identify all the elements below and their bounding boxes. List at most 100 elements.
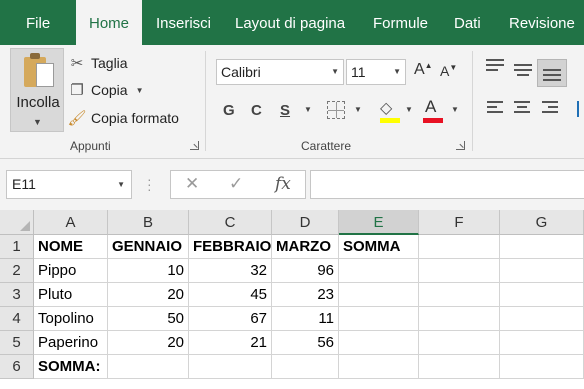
cell-a1[interactable]: NOME xyxy=(34,235,108,259)
cell-b4[interactable]: 50 xyxy=(108,307,189,331)
cell-d3[interactable]: 23 xyxy=(272,283,339,307)
font-size-select[interactable]: 11 ▼ xyxy=(346,59,406,85)
tab-page-layout[interactable]: Layout di pagina xyxy=(235,0,345,45)
italic-button[interactable]: C xyxy=(251,97,262,123)
font-color-icon[interactable]: A xyxy=(425,97,436,117)
cell-a2[interactable]: Pippo xyxy=(34,259,108,283)
ribbon-tab-bar: File Home Inserisci Layout di pagina For… xyxy=(0,0,584,45)
cell-g4[interactable] xyxy=(500,307,584,331)
select-all-button[interactable] xyxy=(0,210,34,235)
cell-a5[interactable]: Paperino xyxy=(34,331,108,355)
cell-f3[interactable] xyxy=(419,283,500,307)
chevron-down-icon[interactable]: ▼ xyxy=(304,105,312,114)
cell-g6[interactable] xyxy=(500,355,584,379)
chevron-down-icon[interactable]: ▼ xyxy=(451,105,459,114)
cell-a3[interactable]: Pluto xyxy=(34,283,108,307)
cell-e5[interactable] xyxy=(339,331,419,355)
tab-home[interactable]: Home xyxy=(76,0,142,45)
cell-c6[interactable] xyxy=(189,355,272,379)
align-center-icon[interactable] xyxy=(514,101,534,117)
indent-icon[interactable] xyxy=(577,101,584,117)
cell-b2[interactable]: 10 xyxy=(108,259,189,283)
cell-c5[interactable]: 21 xyxy=(189,331,272,355)
cell-f1[interactable] xyxy=(419,235,500,259)
confirm-icon[interactable]: ✓ xyxy=(229,174,243,194)
cell-g5[interactable] xyxy=(500,331,584,355)
cancel-icon[interactable]: ✕ xyxy=(185,174,199,194)
align-left-icon[interactable] xyxy=(487,101,507,117)
tab-review[interactable]: Revisione xyxy=(509,0,575,45)
cell-b3[interactable]: 20 xyxy=(108,283,189,307)
name-box[interactable]: E11 ▼ xyxy=(6,170,132,199)
chevron-down-icon[interactable]: ▼ xyxy=(136,86,144,95)
grow-font-button[interactable]: A▲ xyxy=(414,61,433,79)
cell-d5[interactable]: 56 xyxy=(272,331,339,355)
borders-icon[interactable] xyxy=(327,101,345,119)
cell-e6[interactable] xyxy=(339,355,419,379)
cell-e1[interactable]: SOMMA xyxy=(339,235,419,259)
tab-formulas[interactable]: Formule xyxy=(373,0,428,45)
row-header-4[interactable]: 4 xyxy=(0,307,34,331)
cell-c2[interactable]: 32 xyxy=(189,259,272,283)
cell-g3[interactable] xyxy=(500,283,584,307)
column-header-f[interactable]: F xyxy=(419,210,500,235)
cut-button[interactable]: ✂ Taglia xyxy=(68,52,128,74)
cell-a4[interactable]: Topolino xyxy=(34,307,108,331)
cell-e2[interactable] xyxy=(339,259,419,283)
underline-button[interactable]: S xyxy=(280,97,290,123)
font-family-select[interactable]: Calibri ▼ xyxy=(216,59,344,85)
cell-g2[interactable] xyxy=(500,259,584,283)
copy-button[interactable]: ❐ Copia ▼ xyxy=(68,79,144,101)
chevron-down-icon[interactable]: ▼ xyxy=(354,105,362,114)
column-header-d[interactable]: D xyxy=(272,210,339,235)
cell-c3[interactable]: 45 xyxy=(189,283,272,307)
cell-d2[interactable]: 96 xyxy=(272,259,339,283)
cell-d6[interactable] xyxy=(272,355,339,379)
cell-d1[interactable]: MARZO xyxy=(272,235,339,259)
tab-file[interactable]: File xyxy=(26,0,50,45)
align-top-icon[interactable] xyxy=(486,59,506,75)
tab-insert[interactable]: Inserisci xyxy=(156,0,211,45)
cell-f6[interactable] xyxy=(419,355,500,379)
cell-f2[interactable] xyxy=(419,259,500,283)
cell-d4[interactable]: 11 xyxy=(272,307,339,331)
cell-f4[interactable] xyxy=(419,307,500,331)
cell-e3[interactable] xyxy=(339,283,419,307)
align-right-icon[interactable] xyxy=(542,101,562,117)
cell-e4[interactable] xyxy=(339,307,419,331)
chevron-down-icon[interactable]: ▼ xyxy=(405,105,413,114)
paste-label: Incolla xyxy=(16,94,60,111)
cell-g1[interactable] xyxy=(500,235,584,259)
cell-b1[interactable]: GENNAIO xyxy=(108,235,189,259)
fill-color-icon[interactable]: ◇ xyxy=(380,98,392,118)
cell-b6[interactable] xyxy=(108,355,189,379)
row-header-1[interactable]: 1 xyxy=(0,235,34,259)
dialog-launcher-icon[interactable] xyxy=(190,141,199,150)
align-bottom-icon[interactable] xyxy=(537,59,567,87)
column-header-b[interactable]: B xyxy=(108,210,189,235)
dialog-launcher-icon[interactable] xyxy=(456,141,465,150)
row-header-2[interactable]: 2 xyxy=(0,259,34,283)
formula-input[interactable] xyxy=(310,170,584,199)
insert-function-icon[interactable]: fx xyxy=(275,174,291,194)
paste-button[interactable]: Incolla ▼ xyxy=(10,48,64,132)
cell-f5[interactable] xyxy=(419,331,500,355)
row-header-6[interactable]: 6 xyxy=(0,355,34,379)
row-header-3[interactable]: 3 xyxy=(0,283,34,307)
cell-c4[interactable]: 67 xyxy=(189,307,272,331)
column-header-g[interactable]: G xyxy=(500,210,584,235)
column-header-a[interactable]: A xyxy=(34,210,108,235)
drag-handle-icon[interactable]: · · · xyxy=(147,172,152,196)
column-header-e[interactable]: E xyxy=(339,210,419,235)
column-header-c[interactable]: C xyxy=(189,210,272,235)
bold-button[interactable]: G xyxy=(223,97,235,123)
format-painter-button[interactable]: 🖌 Copia formato xyxy=(67,107,178,129)
shrink-font-button[interactable]: A▼ xyxy=(440,63,457,79)
cell-a6[interactable]: SOMMA: xyxy=(34,355,108,379)
cell-c1[interactable]: FEBBRAIO xyxy=(189,235,272,259)
chevron-down-icon: ▼ xyxy=(33,117,42,127)
row-header-5[interactable]: 5 xyxy=(0,331,34,355)
tab-data[interactable]: Dati xyxy=(454,0,481,45)
align-middle-icon[interactable] xyxy=(514,64,534,80)
cell-b5[interactable]: 20 xyxy=(108,331,189,355)
